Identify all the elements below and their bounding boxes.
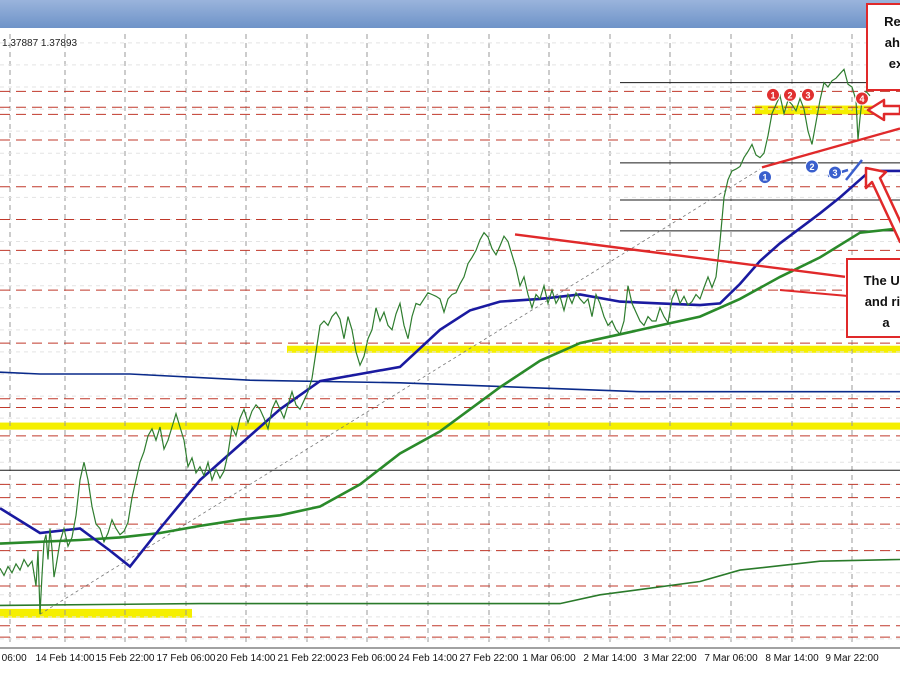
grid-layer bbox=[0, 34, 900, 646]
daily-ma-line bbox=[0, 371, 900, 393]
series-layer bbox=[0, 68, 900, 615]
price-chart: 1234123 b 06:0014 Feb 14:0015 Feb 22:001… bbox=[0, 0, 900, 664]
annotation-mid-line-1: The US bbox=[863, 273, 900, 288]
ma-100-line bbox=[0, 169, 900, 569]
x-tick-label-6: 23 Feb 06:00 bbox=[338, 653, 397, 664]
arrow-to-marker-4 bbox=[866, 98, 900, 122]
marker-red-4: 4 bbox=[855, 91, 869, 106]
pointer-to-trendline bbox=[779, 289, 849, 297]
marker-label: 3 bbox=[805, 90, 810, 100]
marker-red-2: 2 bbox=[783, 87, 797, 102]
marker-blue-3: 3 bbox=[828, 165, 842, 180]
x-tick-label-0: b 06:00 bbox=[0, 653, 27, 664]
marker-label: 2 bbox=[787, 90, 792, 100]
x-tick-label-14: 9 Mar 22:00 bbox=[825, 653, 879, 664]
x-axis-tick-labels: b 06:00 14 Feb 14:0015 Feb 22:0017 Feb 06… bbox=[0, 647, 900, 664]
marker-red-1: 1 bbox=[766, 87, 780, 102]
x-tick-label-9: 1 Mar 06:00 bbox=[522, 653, 576, 664]
x-tick-label-5: 21 Feb 22:00 bbox=[278, 653, 337, 664]
x-tick-label-2: 15 Feb 22:00 bbox=[96, 653, 155, 664]
x-tick-label-7: 24 Feb 14:00 bbox=[399, 653, 458, 664]
marker-red-3: 3 bbox=[801, 87, 815, 102]
marker-blue-2: 2 bbox=[805, 159, 819, 174]
x-tick-label-8: 27 Feb 22:00 bbox=[460, 653, 519, 664]
annotation-mid-line-2: and ris bbox=[864, 294, 900, 309]
price-readout: 1.37887 1.37893 bbox=[2, 38, 78, 49]
x-tick-label-3: 17 Feb 06:00 bbox=[157, 653, 216, 664]
ma-200-line bbox=[0, 227, 900, 545]
chart-container: 1234123 b 06:0014 Feb 14:0015 Feb 22:001… bbox=[0, 0, 900, 675]
annotation-box-middle: The US and ris a bbox=[846, 258, 900, 338]
x-tick-label-1: 14 Feb 14:00 bbox=[36, 653, 95, 664]
window-title-strip bbox=[0, 0, 900, 28]
marker-blue-1: 1 bbox=[758, 170, 772, 185]
price-line bbox=[0, 68, 871, 615]
marker-label: 1 bbox=[770, 90, 775, 100]
trendline-0 bbox=[514, 233, 846, 279]
annotation-top-line-2: ahe bbox=[884, 35, 900, 50]
marker-label: 3 bbox=[832, 168, 837, 178]
marker-label: 2 bbox=[809, 162, 814, 172]
trendline-1 bbox=[761, 127, 900, 169]
annotation-box-top: Res ahe ex bbox=[866, 3, 900, 91]
daily-ma-200-line bbox=[0, 558, 900, 607]
x-tick-label-13: 8 Mar 14:00 bbox=[765, 653, 819, 664]
annotation-top-line-3: ex bbox=[888, 56, 900, 71]
x-tick-label-4: 20 Feb 14:00 bbox=[217, 653, 276, 664]
marker-label: 4 bbox=[859, 94, 864, 104]
x-tick-label-10: 2 Mar 14:00 bbox=[583, 653, 637, 664]
marker-label: 1 bbox=[762, 173, 767, 183]
x-tick-label-11: 3 Mar 22:00 bbox=[643, 653, 697, 664]
annotation-top-line-1: Res bbox=[884, 14, 900, 29]
annotation-mid-line-3: a bbox=[882, 315, 890, 330]
x-tick-label-12: 7 Mar 06:00 bbox=[704, 653, 758, 664]
